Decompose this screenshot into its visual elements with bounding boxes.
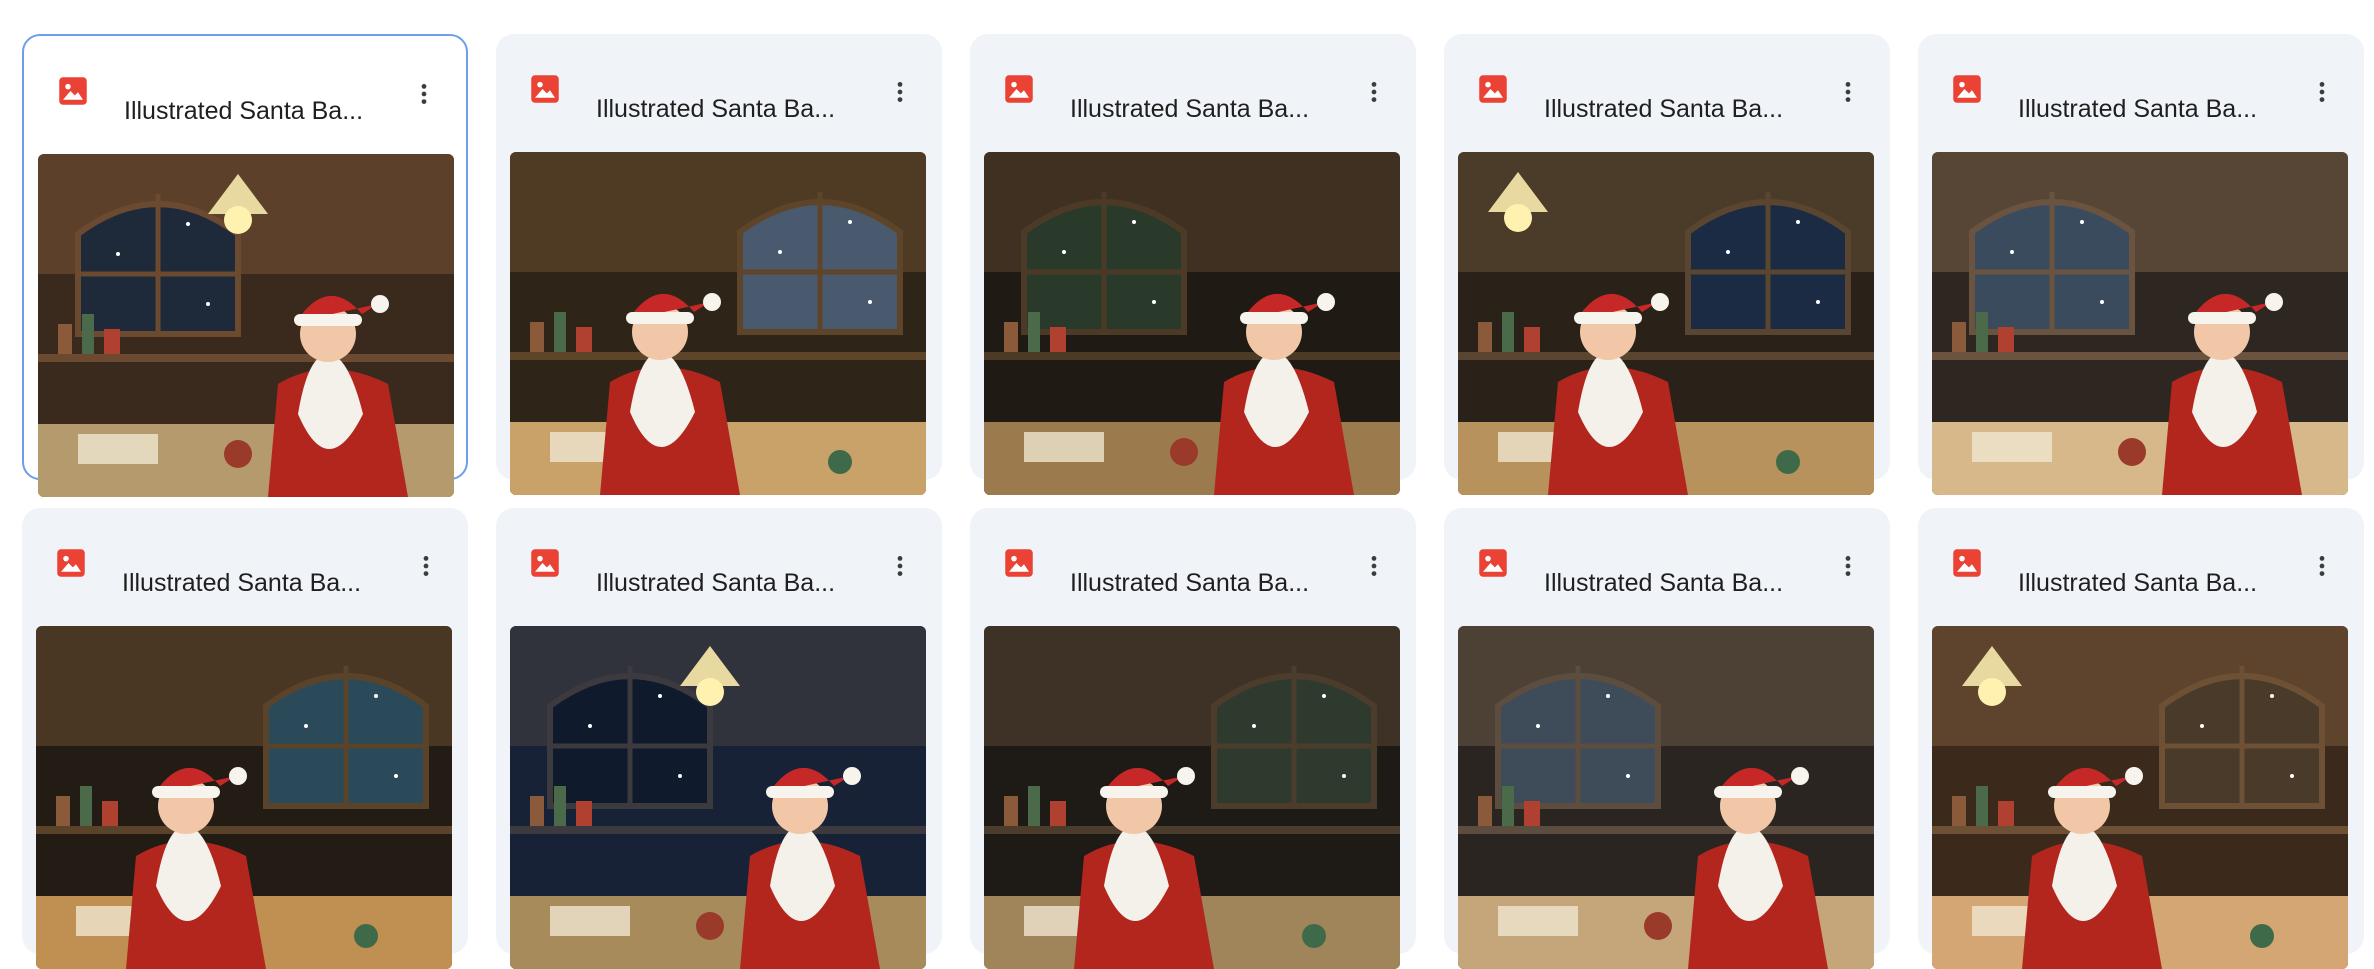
file-name: Illustrated Santa Ba... xyxy=(122,569,362,597)
file-thumbnail[interactable] xyxy=(36,626,452,969)
image-file-icon xyxy=(1478,548,1508,578)
more-vert-icon[interactable] xyxy=(1354,546,1394,586)
file-card-header[interactable]: Illustrated Santa Ba... xyxy=(1444,508,1890,618)
file-name: Illustrated Santa Ba... xyxy=(124,97,364,125)
file-name: Illustrated Santa Ba... xyxy=(596,95,836,123)
file-card[interactable]: Illustrated Santa Ba... xyxy=(496,34,942,495)
image-file-icon xyxy=(1952,74,1982,104)
more-vert-icon[interactable] xyxy=(1354,72,1394,112)
more-vert-icon[interactable] xyxy=(1828,546,1868,586)
file-card[interactable]: Illustrated Santa Ba... xyxy=(22,34,468,497)
file-card-header[interactable]: Illustrated Santa Ba... xyxy=(1918,34,2364,144)
image-file-icon xyxy=(1004,548,1034,578)
file-card-header[interactable]: Illustrated Santa Ba... xyxy=(22,508,468,618)
file-card[interactable]: Illustrated Santa Ba... xyxy=(1918,508,2364,969)
more-vert-icon[interactable] xyxy=(406,546,446,586)
image-file-icon xyxy=(1952,548,1982,578)
file-card-header[interactable]: Illustrated Santa Ba... xyxy=(24,36,466,146)
file-card-header[interactable]: Illustrated Santa Ba... xyxy=(970,508,1416,618)
file-card[interactable]: Illustrated Santa Ba... xyxy=(1918,34,2364,495)
more-vert-icon[interactable] xyxy=(880,546,920,586)
file-card-header[interactable]: Illustrated Santa Ba... xyxy=(970,34,1416,144)
file-name: Illustrated Santa Ba... xyxy=(1544,95,1784,123)
file-thumbnail[interactable] xyxy=(984,626,1400,969)
more-vert-icon[interactable] xyxy=(880,72,920,112)
file-card[interactable]: Illustrated Santa Ba... xyxy=(496,508,942,969)
file-card[interactable]: Illustrated Santa Ba... xyxy=(970,508,1416,969)
file-thumbnail[interactable] xyxy=(1458,626,1874,969)
file-card[interactable]: Illustrated Santa Ba... xyxy=(1444,508,1890,969)
more-vert-icon[interactable] xyxy=(1828,72,1868,112)
image-file-icon xyxy=(530,548,560,578)
file-thumbnail[interactable] xyxy=(1932,152,2348,495)
file-thumbnail[interactable] xyxy=(510,152,926,495)
file-card-header[interactable]: Illustrated Santa Ba... xyxy=(1444,34,1890,144)
file-thumbnail[interactable] xyxy=(510,626,926,969)
file-name: Illustrated Santa Ba... xyxy=(2018,95,2258,123)
image-file-icon xyxy=(1478,74,1508,104)
file-grid: Illustrated Santa Ba... Illustrated Sant… xyxy=(0,0,2374,969)
more-vert-icon[interactable] xyxy=(2302,546,2342,586)
image-file-icon xyxy=(1004,74,1034,104)
file-thumbnail[interactable] xyxy=(38,154,454,497)
file-name: Illustrated Santa Ba... xyxy=(1070,95,1310,123)
file-card[interactable]: Illustrated Santa Ba... xyxy=(22,508,468,969)
file-name: Illustrated Santa Ba... xyxy=(1070,569,1310,597)
image-file-icon xyxy=(58,76,88,106)
file-card-header[interactable]: Illustrated Santa Ba... xyxy=(1918,508,2364,618)
more-vert-icon[interactable] xyxy=(404,74,444,114)
file-thumbnail[interactable] xyxy=(1932,626,2348,969)
file-name: Illustrated Santa Ba... xyxy=(1544,569,1784,597)
file-card[interactable]: Illustrated Santa Ba... xyxy=(1444,34,1890,495)
file-thumbnail[interactable] xyxy=(984,152,1400,495)
more-vert-icon[interactable] xyxy=(2302,72,2342,112)
file-name: Illustrated Santa Ba... xyxy=(596,569,836,597)
file-card[interactable]: Illustrated Santa Ba... xyxy=(970,34,1416,495)
file-card-header[interactable]: Illustrated Santa Ba... xyxy=(496,508,942,618)
image-file-icon xyxy=(530,74,560,104)
file-card-header[interactable]: Illustrated Santa Ba... xyxy=(496,34,942,144)
image-file-icon xyxy=(56,548,86,578)
file-name: Illustrated Santa Ba... xyxy=(2018,569,2258,597)
file-thumbnail[interactable] xyxy=(1458,152,1874,495)
